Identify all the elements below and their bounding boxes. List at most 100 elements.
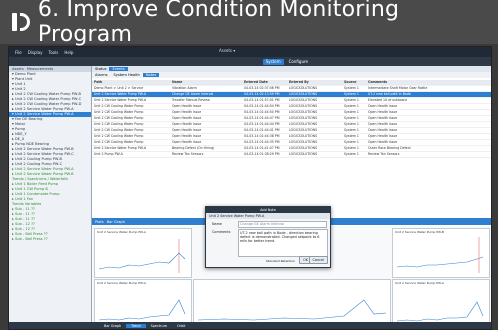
table-cell: System 1	[344, 152, 359, 156]
trend-line	[197, 299, 387, 321]
trend-plot-1-svg	[98, 239, 186, 273]
configure-button[interactable]: Configure	[286, 59, 311, 65]
table-cell: LOGICSOLUTIONS	[289, 92, 318, 96]
table-cell: System 1	[344, 122, 359, 126]
col-source[interactable]: Source	[344, 80, 368, 85]
trend-plot-3[interactable]: Unit 2 Service Water Pump PW-B	[392, 228, 490, 278]
retention-label: Standard Retention	[266, 259, 296, 263]
table-cell: System 1	[344, 134, 359, 138]
table-cell: System 1	[344, 104, 359, 108]
asset-tree: ▾ Demo Plant ▾ Plant Unit ▾ Unit 1 ▾ Uni…	[9, 72, 91, 242]
add-note-dialog: Add Note Unit 2 Service Water Pump PW-A …	[205, 206, 331, 268]
table-cell: System 1	[344, 98, 359, 102]
table-row[interactable]: Unit 2 Pump PW-A Review Tan Sensors 04-03-…	[92, 152, 491, 158]
trend-line	[98, 299, 186, 321]
table-cell: LOGICSOLUTIONS	[289, 140, 318, 144]
table-cell: LOGICSOLUTIONS	[289, 104, 318, 108]
col-name[interactable]: Name	[172, 80, 244, 85]
assets-dropdown[interactable]: Assets ▾	[219, 48, 235, 53]
menu-display[interactable]: Display	[28, 50, 43, 55]
table-cell: System 1	[344, 116, 359, 120]
comments-label: Comments	[212, 230, 231, 234]
col-entered-by[interactable]: Entered By	[289, 80, 344, 85]
table-cell: Unit 2 CW Cooling Water Pump	[94, 140, 144, 144]
table-cell: Open Health Issue	[172, 128, 202, 132]
table-cell: LOGICSOLUTIONS	[289, 122, 318, 126]
table-cell: 04-03-14 01:44:41 PM	[244, 128, 280, 132]
table-cell: 04-03-14 01:44:38 PM	[244, 134, 280, 138]
slide-title: 6. Improve Condition Monitoring Program	[37, 0, 400, 47]
table-cell: 04-03-14 01:44:47 PM	[244, 116, 280, 120]
table-cell: Open Health Issue	[172, 116, 202, 120]
plot-tab-orbit[interactable]: Orbit	[172, 324, 191, 328]
system-button[interactable]: System	[262, 58, 284, 65]
table-cell: Intermediate Shaft Motor Gear Rattle	[368, 86, 428, 90]
table-cell: System 1	[344, 140, 359, 144]
table-cell: Unit 2 Service Water Pump PW-A	[94, 92, 147, 96]
col-path[interactable]: Path	[92, 80, 172, 85]
tab-measurements[interactable]: Measurements	[27, 67, 54, 71]
tab-assets[interactable]: Assets	[12, 67, 24, 71]
tab-plots[interactable]: Plots	[95, 220, 104, 224]
tab-status[interactable]: Status	[92, 67, 109, 71]
brand-logo-icon	[10, 11, 32, 33]
table-cell: System 1	[344, 86, 359, 90]
table-cell: Open Health Issue	[368, 116, 398, 120]
table-cell: UT-2 new ball path in Bode	[368, 92, 411, 96]
table-cell: Open Health Issue	[172, 104, 202, 108]
table-cell: Change GE Alarm Interval	[172, 92, 214, 96]
table-cell: LOGICSOLUTIONS	[289, 152, 318, 156]
plot-tab-trend[interactable]: Trend	[126, 323, 146, 328]
name-field[interactable]: Change GE Alarm Interval	[238, 221, 327, 228]
table-cell: LOGICSOLUTIONS	[289, 134, 318, 138]
subtab-notes[interactable]: Notes	[142, 73, 160, 77]
tree-item[interactable]: ▸ Sub - Bell Press ??	[9, 237, 91, 242]
app-screenshot: File Display Tools Help Assets ▾ System …	[8, 46, 492, 330]
trend-plot-3-svg	[396, 237, 484, 273]
tab-bar-graph[interactable]: Bar Graph	[107, 220, 125, 224]
subtab-alarms[interactable]: Alarms	[92, 73, 110, 77]
table-cell: Open Health Issue	[172, 122, 202, 126]
slide-header: 6. Improve Condition Monitoring Program	[0, 0, 498, 47]
name-label: Name	[212, 222, 223, 226]
table-cell: Demo Plant > Unit 2 > Service	[94, 86, 144, 90]
table-cell: 04-03-14 02:37:06 PM	[244, 86, 280, 90]
table-cell: 04-03-14 02:13:59 PM	[244, 92, 280, 96]
menu-tools[interactable]: Tools	[48, 50, 58, 55]
comments-field[interactable]: UT-2 new ball path in Bode - direction b…	[238, 229, 328, 257]
table-cell: 04-03-14 01:41:07 PM	[244, 146, 280, 150]
app-menubar: File Display Tools Help Assets ▾	[9, 47, 491, 57]
table-cell: System 1	[344, 110, 359, 114]
table-cell: System 1	[344, 146, 359, 150]
table-cell: Open Health Issue	[368, 128, 398, 132]
table-cell: Review Tan Sensors	[172, 152, 204, 156]
table-cell: Open Health Issue	[368, 140, 398, 144]
trend-line	[396, 301, 484, 322]
asset-tree-panel: Assets Measurements ▾ Demo Plant ▾ Plant…	[9, 66, 92, 329]
menu-file[interactable]: File	[15, 50, 22, 55]
table-cell: 04-03-14 01:44:50 PM	[244, 110, 280, 114]
subtab-system-health[interactable]: System Health	[110, 73, 142, 77]
plot-tab-bar-graph[interactable]: Bar Graph	[99, 324, 126, 328]
table-cell: System 1	[344, 128, 359, 132]
table-cell: Unit 2 CW Cooling Water Pump	[94, 116, 144, 120]
table-cell: Open Health Issue	[368, 122, 398, 126]
col-comments[interactable]: Comments	[368, 80, 491, 85]
app-toolbar: System Configure	[9, 57, 491, 66]
plot-tab-spectrum[interactable]: Spectrum	[146, 324, 172, 328]
table-cell: Outer Race Bearing Defect	[368, 146, 411, 150]
menu-help[interactable]: Help	[64, 50, 73, 55]
col-entered-date[interactable]: Entered Date	[244, 80, 289, 85]
table-cell: LOGICSOLUTIONS	[289, 146, 318, 150]
table-cell: Open Health Issue	[172, 140, 202, 144]
cancel-button[interactable]: Cancel	[308, 256, 328, 264]
table-cell: Unit 2 Pump PW-A	[94, 152, 123, 156]
table-cell: Unit 2 CW Cooling Water Pump	[94, 122, 144, 126]
table-cell: LOGICSOLUTIONS	[289, 110, 318, 114]
dialog-asset-tab[interactable]: Unit 2 Service Water Pump PW-A	[209, 214, 264, 218]
dialog-tabs: Unit 2 Service Water Pump PW-A	[206, 213, 330, 219]
table-cell: 04-03-14 01:57:01 PM	[244, 98, 280, 102]
tab-events[interactable]: Events	[109, 67, 128, 71]
event-subtabs: Alarms System Health Notes	[92, 72, 491, 78]
trend-plot-1[interactable]: Unit 2 Service Water Pump PW-A	[94, 228, 192, 278]
